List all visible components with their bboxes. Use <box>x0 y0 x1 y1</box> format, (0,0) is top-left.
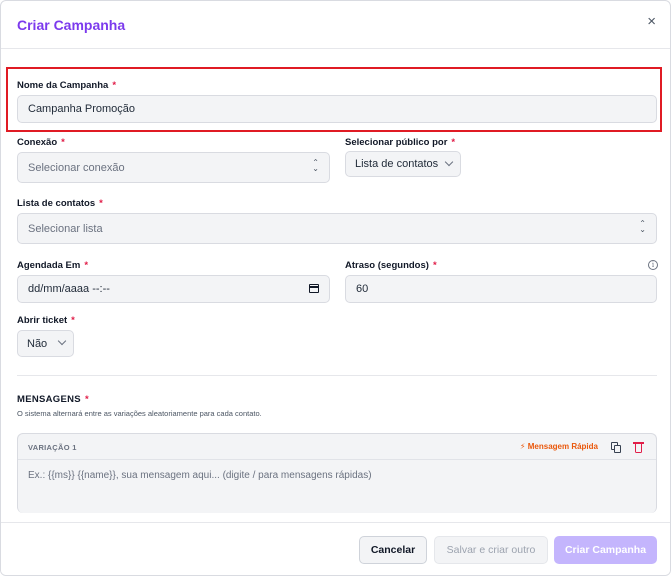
chevron-down-icon <box>444 157 454 167</box>
section-divider <box>17 375 657 376</box>
updown-chevron-icon: ⌃ ⌄ <box>312 158 319 173</box>
create-campaign-button[interactable]: Criar Campanha <box>554 536 657 564</box>
variation-message-textarea[interactable]: Ex.: {{ms}} {{name}}, sua mensagem aqui.… <box>28 470 372 481</box>
connection-select-placeholder: Selecionar conexão <box>28 161 125 174</box>
create-campaign-modal: Criar Campanha × Nome da Campanha * Campa… <box>0 0 671 576</box>
calendar-icon[interactable] <box>309 284 319 293</box>
connection-select[interactable]: Selecionar conexão ⌃ ⌄ <box>17 152 330 183</box>
audience-label: Selecionar público por * <box>345 137 456 148</box>
open-ticket-value: Não <box>27 337 48 350</box>
updown-chevron-icon: ⌃ ⌄ <box>639 219 646 234</box>
audience-select-value: Lista de contatos <box>355 158 439 170</box>
close-icon[interactable]: × <box>647 13 656 30</box>
delay-input[interactable]: 60 <box>345 275 657 303</box>
scheduled-at-input[interactable]: dd/mm/aaaa --:-- <box>17 275 330 303</box>
info-icon[interactable]: i <box>648 260 658 270</box>
delay-label: Atraso (segundos) * <box>345 260 437 271</box>
quick-message-button[interactable]: ⚡ Mensagem Rápida <box>520 442 598 451</box>
save-and-create-other-button[interactable]: Salvar e criar outro <box>434 536 548 564</box>
campaign-name-label: Nome da Campanha * <box>17 80 117 91</box>
modal-header: Criar Campanha × <box>1 1 670 49</box>
modal-footer: Cancelar Salvar e criar outro Criar Camp… <box>1 522 670 575</box>
copy-icon[interactable] <box>611 442 622 453</box>
cancel-button[interactable]: Cancelar <box>359 536 427 564</box>
contact-list-label: Lista de contatos * <box>17 198 103 209</box>
open-ticket-label: Abrir ticket * <box>17 315 75 326</box>
audience-select[interactable]: Lista de contatos <box>345 151 461 177</box>
variation-title: VARIAÇÃO 1 <box>28 443 77 452</box>
chevron-down-icon <box>57 336 67 346</box>
scheduled-at-placeholder: dd/mm/aaaa --:-- <box>28 283 110 295</box>
contact-list-select[interactable]: Selecionar lista ⌃ ⌄ <box>17 213 657 244</box>
variation-card: VARIAÇÃO 1 ⚡ Mensagem Rápida Ex.: {{ms}}… <box>17 433 657 513</box>
variation-header: VARIAÇÃO 1 ⚡ Mensagem Rápida <box>18 434 656 460</box>
scheduled-at-label: Agendada Em * <box>17 260 89 271</box>
messages-hint: O sistema alternará entre as variações a… <box>17 409 262 418</box>
messages-title: MENSAGENS * <box>17 394 89 405</box>
modal-title: Criar Campanha <box>17 17 126 33</box>
trash-icon[interactable] <box>633 442 644 453</box>
connection-label: Conexão * <box>17 137 65 148</box>
open-ticket-select[interactable]: Não <box>17 330 74 357</box>
contact-list-placeholder: Selecionar lista <box>28 222 103 235</box>
campaign-name-input[interactable]: Campanha Promoção <box>17 95 657 123</box>
